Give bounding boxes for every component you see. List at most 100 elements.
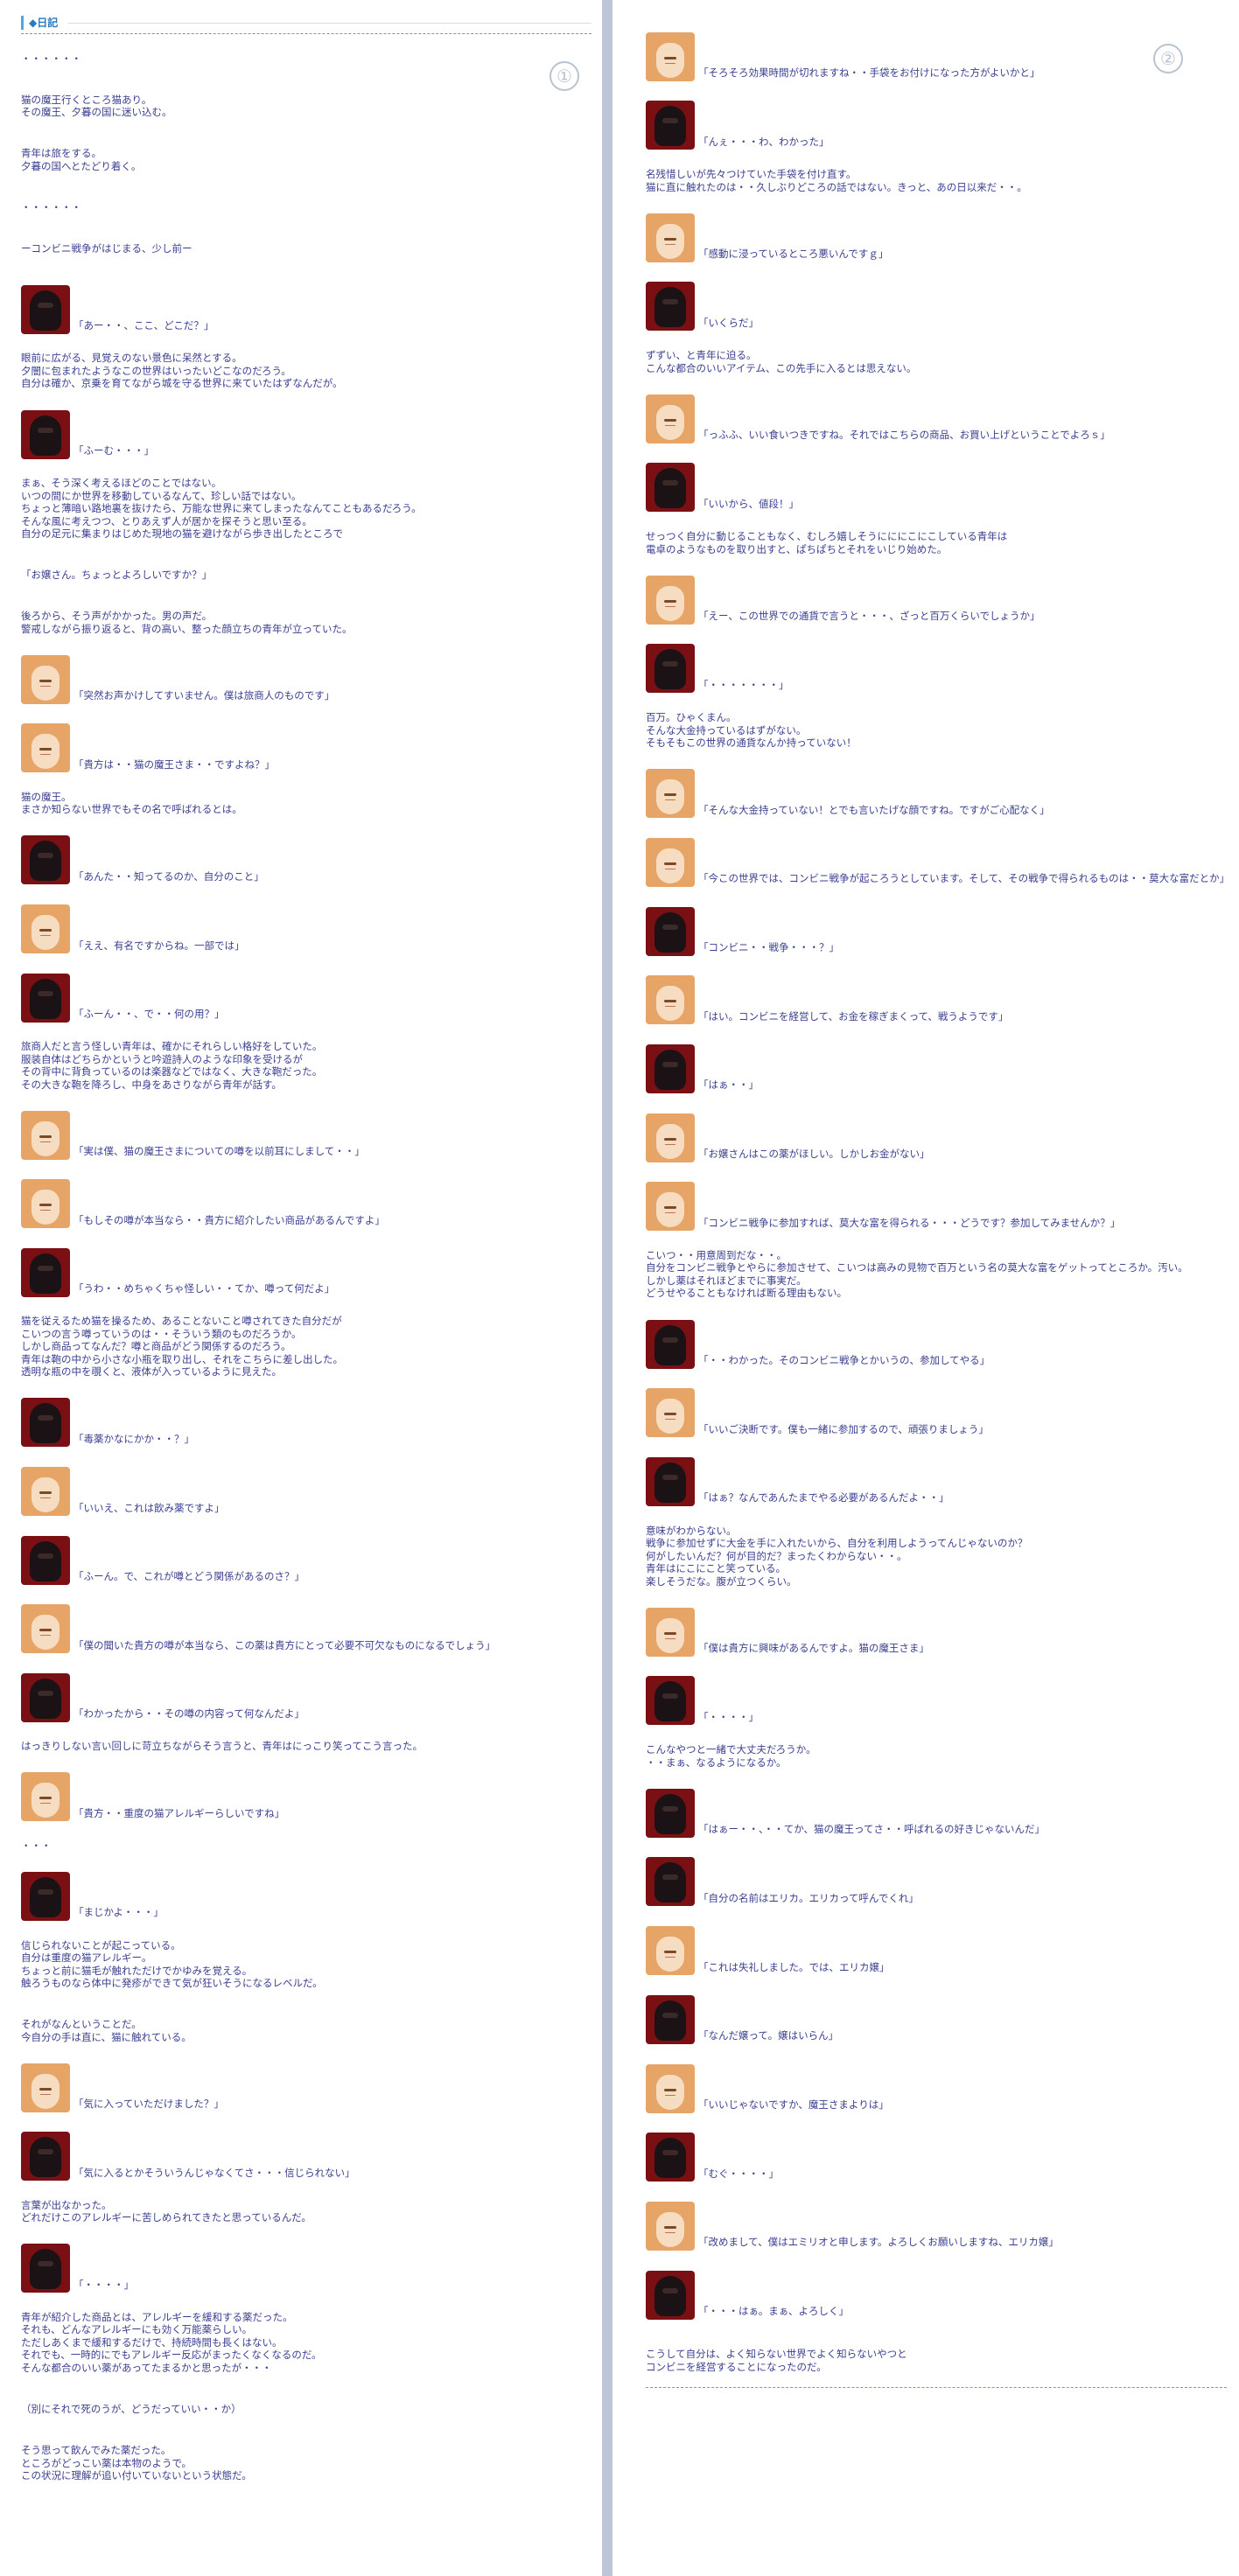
dialogue-line: 「いいご決断です。僕も一緒に参加するので、頑張りましょう」: [646, 1388, 1227, 1438]
dialogue-line: 「コンビニ・・戦争・・・？」: [646, 906, 1227, 956]
narration: 言葉が出なかった。 どれだけこのアレルギーに苦しめられてきたと思っているんだ。: [21, 2198, 312, 2224]
demon-lord-avatar: [646, 1676, 695, 1726]
dialogue-line: 「わかったから・・その噂の内容って何なんだよ」: [21, 1672, 592, 1722]
merchant-avatar: [646, 394, 695, 443]
dialogue-line: 「今この世界では、コンビニ戦争が起ころうとしています。そして、その戦争で得られる…: [646, 837, 1230, 887]
dialogue-line: 「はぁ？なんであんたまでやる必要があるんだよ・・」: [646, 1456, 1227, 1506]
dialogue-line: 「気に入るとかそういうんじゃなくてさ・・・信じられない」: [21, 2132, 592, 2182]
dialogue-text: 「ふーん・・、で・・何の用？」: [74, 1008, 225, 1021]
diary-header: ◆日記: [21, 10, 592, 34]
demon-lord-avatar: [21, 284, 70, 334]
dialogue-text: 「・・・・」: [698, 1710, 759, 1723]
demon-lord-avatar: [646, 463, 695, 513]
merchant-avatar: [646, 2201, 695, 2251]
merchant-avatar: [21, 654, 70, 704]
dialogue-text: 「うわ・・めちゃくちゃ怪しい・・てか、噂って何だよ」: [74, 1282, 335, 1295]
demon-lord-avatar: [646, 2133, 695, 2182]
dialogue-text: 「今この世界では、コンビニ戦争が起ころうとしています。そして、その戦争で得られる…: [698, 872, 1230, 885]
dialogue-text: 「あんた・・知ってるのか、自分のこと」: [74, 869, 264, 883]
dialogue-text: 「はぁー・・、・・てか、猫の魔王ってさ・・呼ばれるの好きじゃないんだ」: [698, 1823, 1045, 1836]
merchant-avatar: [21, 1179, 70, 1229]
merchant-avatar: [21, 1604, 70, 1654]
dialogue-line: 「うわ・・めちゃくちゃ怪しい・・てか、噂って何だよ」: [21, 1247, 592, 1297]
demon-lord-avatar: [21, 409, 70, 459]
demon-lord-avatar: [646, 1456, 695, 1506]
merchant-avatar: [646, 1607, 695, 1657]
dialogue-line: 「はぁー・・、・・てか、猫の魔王ってさ・・呼ばれるの好きじゃないんだ」: [646, 1788, 1227, 1838]
demon-lord-avatar: [646, 1788, 695, 1838]
demon-lord-avatar: [21, 973, 70, 1023]
dialogue-text: 「貴方・・重度の猫アレルギーらしいですね」: [74, 1806, 285, 1819]
demon-lord-avatar: [21, 2132, 70, 2182]
demon-lord-avatar: [21, 1535, 70, 1585]
dialogue-line: 「僕の聞いた貴方の噂が本当なら、この薬は貴方にとって必要不可欠なものになるでしょ…: [21, 1604, 592, 1654]
header-rule: [68, 22, 592, 24]
dialogue-text: 「そんな大金持っていない！とでも言いたげな顔ですね。ですがご心配なく」: [698, 803, 1050, 816]
dialogue-text: 「えー、この世界での通貨で言うと・・・、ざっと百万くらいでしょうか」: [698, 610, 1040, 623]
left-story: ・・・・・・ 猫の魔王行くところ猫あり。 その魔王、夕暮の国に迷い込む。 青年は旅を…: [21, 52, 592, 2482]
narration: 百万。ひゃくまん。 そんな大金持っているはずがない。 そもそもこの世界の通貨なん…: [646, 711, 857, 750]
narration: こいつ・・用意周到だな・・。 自分をコンビニ戦争とやらに参加させて、こいつは高み…: [646, 1248, 1188, 1300]
merchant-avatar: [646, 575, 695, 625]
narration: （別にそれで死のうが、どうだっていい・・か）: [21, 2402, 242, 2415]
narration: こうして自分は、よく知らない世界でよく知らないやつと コンビニを経営することにな…: [646, 2348, 907, 2373]
dialogue-line: 「実は僕、猫の魔王さまについての噂を以前耳にしまして・・」: [21, 1110, 592, 1160]
merchant-avatar: [21, 2063, 70, 2112]
narration: 猫の魔王行くところ猫あり。 その魔王、夕暮の国に迷い込む。: [21, 93, 172, 119]
narration: 後ろから、そう声がかかった。男の声だ。 警戒しながら振り返ると、背の高い、整った…: [21, 610, 353, 635]
dialogue-text: 「実は僕、猫の魔王さまについての噂を以前耳にしまして・・」: [74, 1145, 365, 1158]
left-page: ◆日記 ① ・・・・・・ 猫の魔王行くところ猫あり。 その魔王、夕暮の国に迷い込む…: [0, 0, 604, 2576]
merchant-avatar: [646, 31, 695, 81]
demon-lord-avatar: [646, 906, 695, 956]
diamond-icon: [21, 16, 24, 30]
dialogue-text: 「毒薬かなにかか・・？」: [74, 1432, 194, 1445]
dialogue-line: 「感動に浸っているところ悪いんですｇ」: [646, 213, 1227, 262]
dialogue-line: 「えー、この世界での通貨で言うと・・・、ざっと百万くらいでしょうか」: [646, 575, 1227, 625]
dialogue-text: 「突然お声かけしてすいません。僕は旅商人のものです」: [74, 689, 335, 702]
dialogue-line: 「貴方・・重度の猫アレルギーらしいですね」: [21, 1772, 592, 1822]
dialogue-line: 「・・・・」: [21, 2244, 592, 2293]
demon-lord-avatar: [21, 1672, 70, 1722]
narration: まぁ、そう深く考えるほどのことではない。 いつの間にか世界を移動しているなんて、…: [21, 477, 422, 541]
narration: 青年は旅をする。 夕暮の国へとたどり着く。: [21, 147, 142, 172]
dialogue-text: 「わかったから・・その噂の内容って何なんだよ」: [74, 1707, 304, 1721]
merchant-avatar: [646, 1113, 695, 1162]
dialogue-text: 「僕は貴方に興味があるんですよ。猫の魔王さま」: [698, 1642, 929, 1655]
dialogue-text: 「はぁ・・」: [698, 1079, 759, 1092]
dialogue-line: 「っふふ、いい食いつきですね。それではこちらの商品、お買い上げということでよろｓ…: [646, 394, 1227, 443]
dialogue-line: 「むぐ・・・・」: [646, 2133, 1227, 2182]
merchant-avatar: [646, 213, 695, 262]
dialogue-line: 「はい。コンビニを経営して、お金を稼ぎまくって、戦うようです」: [646, 975, 1227, 1025]
dialogue-line: 「そろそろ効果時間が切れますね・・手袋をお付けになった方がよいかと」: [646, 31, 1227, 81]
dialogue-line: 「コンビニ戦争に参加すれば、莫大な富を得られる・・・どうです？参加してみませんか…: [646, 1182, 1227, 1232]
narration: 「お嬢さん。ちょっとよろしいですか？」: [21, 569, 213, 582]
dialogue-text: 「感動に浸っているところ悪いんですｇ」: [698, 248, 889, 261]
demon-lord-avatar: [21, 1247, 70, 1297]
dialogue-text: 「そろそろ効果時間が切れますね・・手袋をお付けになった方がよいかと」: [698, 66, 1040, 80]
merchant-avatar: [21, 1110, 70, 1160]
dialogue-text: 「・・・・・・・」: [698, 678, 789, 691]
narration: 意味がわからない。 戦争に参加せずに大金を手に入れたいから、自分を利用しようって…: [646, 1524, 1028, 1588]
dialogue-text: 「むぐ・・・・」: [698, 2167, 779, 2180]
merchant-avatar: [646, 1926, 695, 1976]
narration: はっきりしない言い回しに苛立ちながらそう言うと、青年はにっこり笑ってこう言った。: [21, 1740, 423, 1753]
merchant-avatar: [646, 2063, 695, 2113]
dialogue-line: 「なんだ嬢って。嬢はいらん」: [646, 1994, 1227, 2044]
narration: 青年が紹介した商品とは、アレルギーを緩和する薬だった。 それも、どんなアレルギー…: [21, 2310, 322, 2374]
merchant-avatar: [646, 975, 695, 1025]
dialogue-text: 「いくらだ」: [698, 316, 759, 329]
dialogue-line: 「まじかよ・・・」: [21, 1871, 592, 1921]
dialogue-line: 「これは失礼しました。では、エリカ嬢」: [646, 1926, 1227, 1976]
narration: 猫を従えるため猫を操るため、あることないこと噂されてきた自分だが こいつの言う噂…: [21, 1315, 343, 1379]
right-page: ② 「そろそろ効果時間が切れますね・・手袋をお付けになった方がよいかと」 「んぇ・…: [611, 0, 1239, 2576]
dialogue-line: 「もしその噂が本当なら・・貴方に紹介したい商品があるんですよ」: [21, 1179, 592, 1229]
dialogue-text: 「・・・はぁ。まぁ、よろしく」: [698, 2305, 850, 2318]
dialogue-line: 「いくらだ」: [646, 282, 1227, 332]
